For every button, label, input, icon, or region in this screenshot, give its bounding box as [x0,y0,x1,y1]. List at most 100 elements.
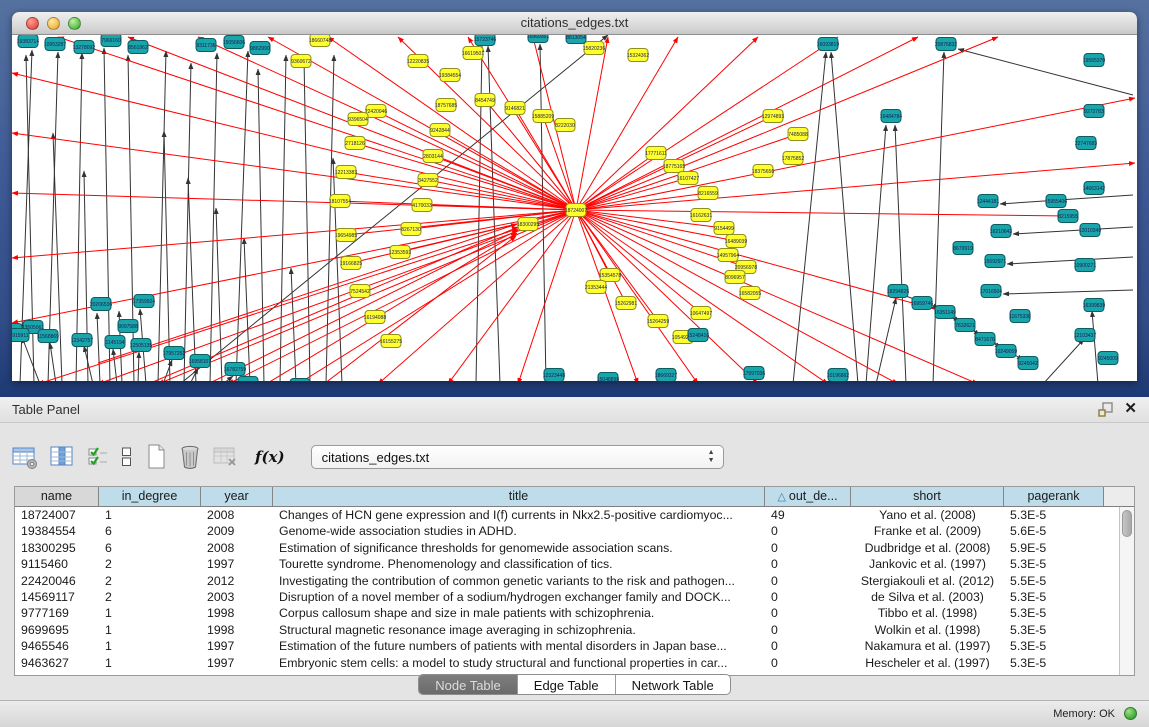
table-row[interactable]: 1830029562008Estimation of significance … [15,540,1119,556]
graph-edge[interactable] [12,210,576,258]
table-row[interactable]: 2242004622012Investigating the contribut… [15,573,1119,589]
graph-edge[interactable] [22,337,40,381]
table-mode-icon[interactable] [12,445,38,469]
graph-edge[interactable] [53,133,62,381]
table-row[interactable]: 977716911998Corpus callosum shape and si… [15,605,1119,621]
column-header-short[interactable]: short [851,487,1004,506]
graph-node-label: 19383714 [17,39,39,45]
table-cell: Wolkin et al. (1998) [851,622,1004,638]
table-cell: Franke et al. (2009) [851,523,1004,539]
table-cell: Tibbo et al. (1998) [851,605,1004,621]
graph-node-label: 16155275 [380,339,402,345]
delete-column-icon[interactable] [179,444,201,470]
graph-edge[interactable] [440,130,576,210]
column-header-out-degree[interactable]: △out_de... [765,487,851,506]
column-visibility-icon[interactable] [50,445,75,469]
graph-edge[interactable] [164,131,170,381]
graph-edge[interactable] [76,53,82,381]
table-row[interactable]: 946362711997Embryonic stem cells: a mode… [15,655,1119,671]
graph-edge[interactable] [180,35,608,381]
table-row[interactable]: 1938455462009Genome-wide association stu… [15,523,1119,539]
graph-edge[interactable] [291,268,296,381]
table-cell: Stergiakouli et al. (2012) [851,573,1004,589]
table-cell: 2009 [201,523,273,539]
network-canvas[interactable]: 2242004693965042718126122133831810755419… [12,35,1137,381]
graph-edge[interactable] [793,52,826,381]
close-panel-icon[interactable]: ✕ [1124,401,1137,417]
graph-edge[interactable] [258,69,264,381]
network-window-titlebar[interactable]: citations_edges.txt [12,12,1137,35]
graph-node-label: 22420046 [365,109,387,115]
graph-node-label: 11568869 [37,334,59,340]
table-row[interactable]: 1872400712008Changes of HCN gene express… [15,507,1119,523]
graph-node-label: 18300295 [517,222,539,228]
graph-edge[interactable] [355,143,576,210]
graph-edge[interactable] [576,37,998,210]
graph-node-label: 7632621 [955,323,975,329]
column-header-pagerank[interactable]: pagerank [1004,487,1104,506]
new-column-icon[interactable] [145,444,167,470]
network-window[interactable]: citations_edges.txt 22420046939650427181… [12,12,1137,381]
graph-edge[interactable] [1013,227,1133,234]
graph-node-label: 19654985 [335,233,357,239]
graph-edge[interactable] [333,158,342,381]
table-select-dropdown[interactable]: citations_edges.txt ▲▼ [311,445,724,469]
table-row[interactable]: 946554611997Estimation of the future num… [15,638,1119,654]
graph-edge[interactable] [933,52,944,381]
graph-node-label: 16959746 [911,301,933,307]
tab-network-table[interactable]: Network Table [615,675,730,694]
table-row[interactable]: 969969511998Structural magnetic resonanc… [15,622,1119,638]
graph-edge[interactable] [138,352,139,381]
graph-node-label: 9272783 [1084,109,1104,115]
column-header-year[interactable]: year [201,487,273,506]
graph-edge[interactable] [958,49,1133,95]
graph-node-label: 15723746 [474,37,496,43]
select-rows-icon[interactable] [87,445,109,469]
table-row[interactable]: 1456911722003Disruption of a novel membe… [15,589,1119,605]
graph-edge[interactable] [50,343,56,381]
application-desktop: citations_edges.txt 22420046939650427181… [0,0,1149,397]
graph-edge[interactable] [831,52,858,381]
graph-edge[interactable] [58,37,576,210]
graph-edge[interactable] [1043,339,1084,381]
table-panel-header: Table Panel ✕ [0,397,1149,423]
citation-network-graph[interactable]: 2242004693965042718126122133831810755419… [12,35,1135,381]
table-cell: Jankovic et al. (1997) [851,556,1004,572]
graph-edge[interactable] [576,210,1068,216]
rows-icon[interactable] [121,445,133,469]
table-vertical-scrollbar[interactable] [1119,507,1134,675]
graph-edge[interactable] [576,210,828,381]
graph-edge[interactable] [223,376,233,381]
table-row[interactable]: 911546021997Tourette syndrome. Phenomeno… [15,556,1119,572]
graph-edge[interactable] [895,125,906,381]
graph-edge[interactable] [113,349,117,381]
graph-edge[interactable] [84,346,93,381]
graph-node[interactable] [290,379,310,382]
graph-node-label: 12103437 [1074,333,1096,339]
graph-node-label: 9862990 [250,46,270,52]
graph-edge[interactable] [163,360,172,381]
column-header-title[interactable]: title [273,487,765,506]
float-panel-icon[interactable] [1098,402,1114,417]
graph-edge[interactable] [1007,257,1133,264]
graph-edge[interactable] [433,156,576,210]
graph-node-label: 15955406 [1045,199,1067,205]
function-builder-icon[interactable]: f(x) [255,448,285,466]
graph-edge[interactable] [244,238,250,381]
graph-edge[interactable] [1003,290,1133,294]
graph-edge[interactable] [1092,311,1098,381]
scrollbar-thumb[interactable] [1122,510,1132,537]
column-header-in-degree[interactable]: in_degree [99,487,201,506]
tab-edge-table[interactable]: Edge Table [517,675,615,694]
table-cell: 14569117 [15,589,99,605]
graph-edge[interactable] [97,313,100,381]
graph-edge[interactable] [876,298,896,381]
graph-edge[interactable] [104,48,110,381]
graph-node-label: 3915911 [12,333,29,339]
delete-table-icon[interactable] [213,445,239,469]
table-cell: 9463627 [15,655,99,671]
tab-node-table[interactable]: Node Table [419,675,517,694]
column-header-name[interactable]: name [15,487,99,506]
graph-edge[interactable] [158,51,166,381]
graph-node-label: 15264259 [647,319,669,325]
